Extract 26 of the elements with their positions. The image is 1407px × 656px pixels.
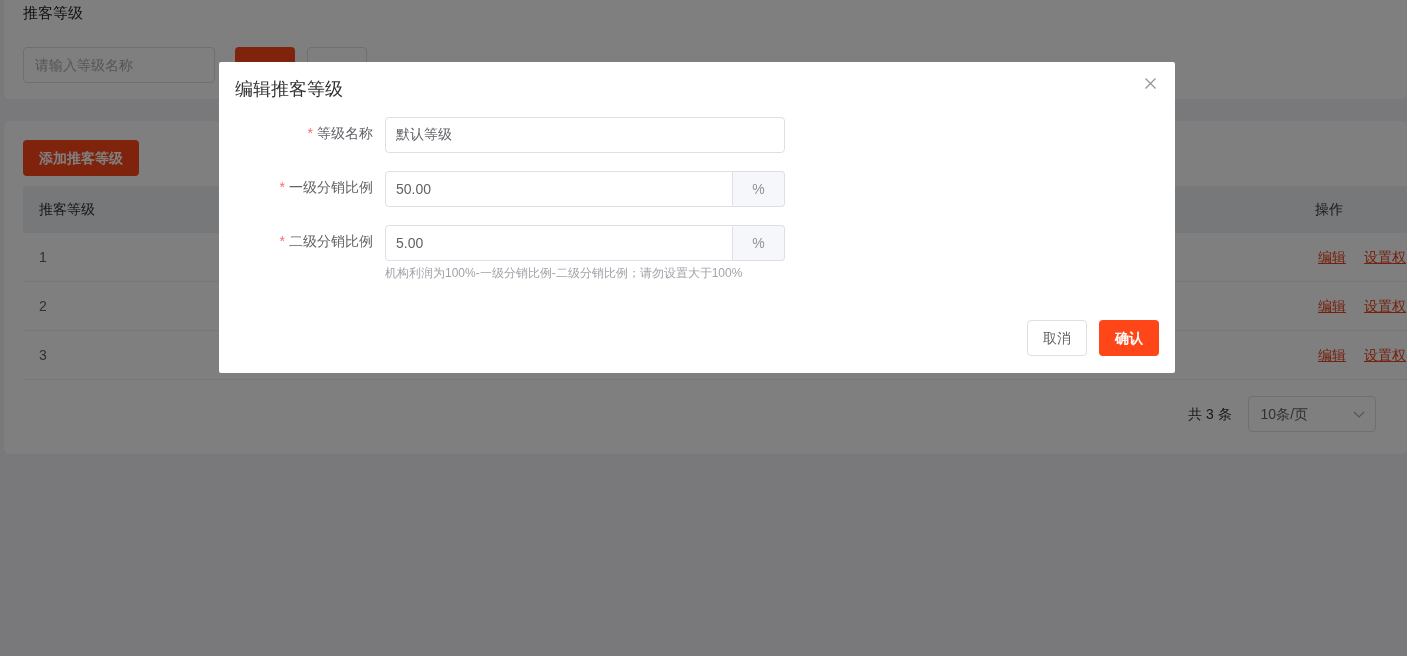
action-link[interactable]: 设置权 <box>1364 344 1406 366</box>
unit-suffix: % <box>733 171 785 207</box>
unit-suffix: % <box>733 225 785 261</box>
field-label: 等级名称 <box>317 125 373 141</box>
input-field[interactable]: 5.00 <box>385 225 733 261</box>
total-count: 共 3 条 <box>1188 404 1232 424</box>
add-button[interactable]: 添加推客等级 <box>23 140 139 176</box>
action-link[interactable]: 编辑 <box>1318 295 1346 317</box>
field-label: 二级分销比例 <box>289 233 373 249</box>
action-link[interactable]: 编辑 <box>1318 344 1346 366</box>
required-mark: * <box>279 233 285 249</box>
page-title: 推客等级 <box>23 3 84 23</box>
page-size-select[interactable]: 10条/页 <box>1247 396 1376 432</box>
column-header: 操作 <box>1299 186 1407 233</box>
field-hint: 机构利润为100%-一级分销比例-二级分销比例；请勿设置大于100% <box>385 265 744 282</box>
input-field[interactable]: 默认等级 <box>385 117 785 153</box>
chevron-down-icon <box>1352 410 1365 418</box>
action-link[interactable]: 设置权 <box>1364 295 1406 317</box>
confirm-button[interactable]: 确认 <box>1099 320 1159 356</box>
action-link[interactable]: 编辑 <box>1318 246 1346 268</box>
input-field[interactable]: 50.00 <box>385 171 733 207</box>
cancel-button[interactable]: 取消 <box>1027 320 1087 356</box>
dialog-title: 编辑推客等级 <box>235 78 343 101</box>
action-link[interactable]: 设置权 <box>1364 246 1406 268</box>
close-icon[interactable] <box>1145 78 1156 89</box>
required-mark: * <box>307 125 313 141</box>
